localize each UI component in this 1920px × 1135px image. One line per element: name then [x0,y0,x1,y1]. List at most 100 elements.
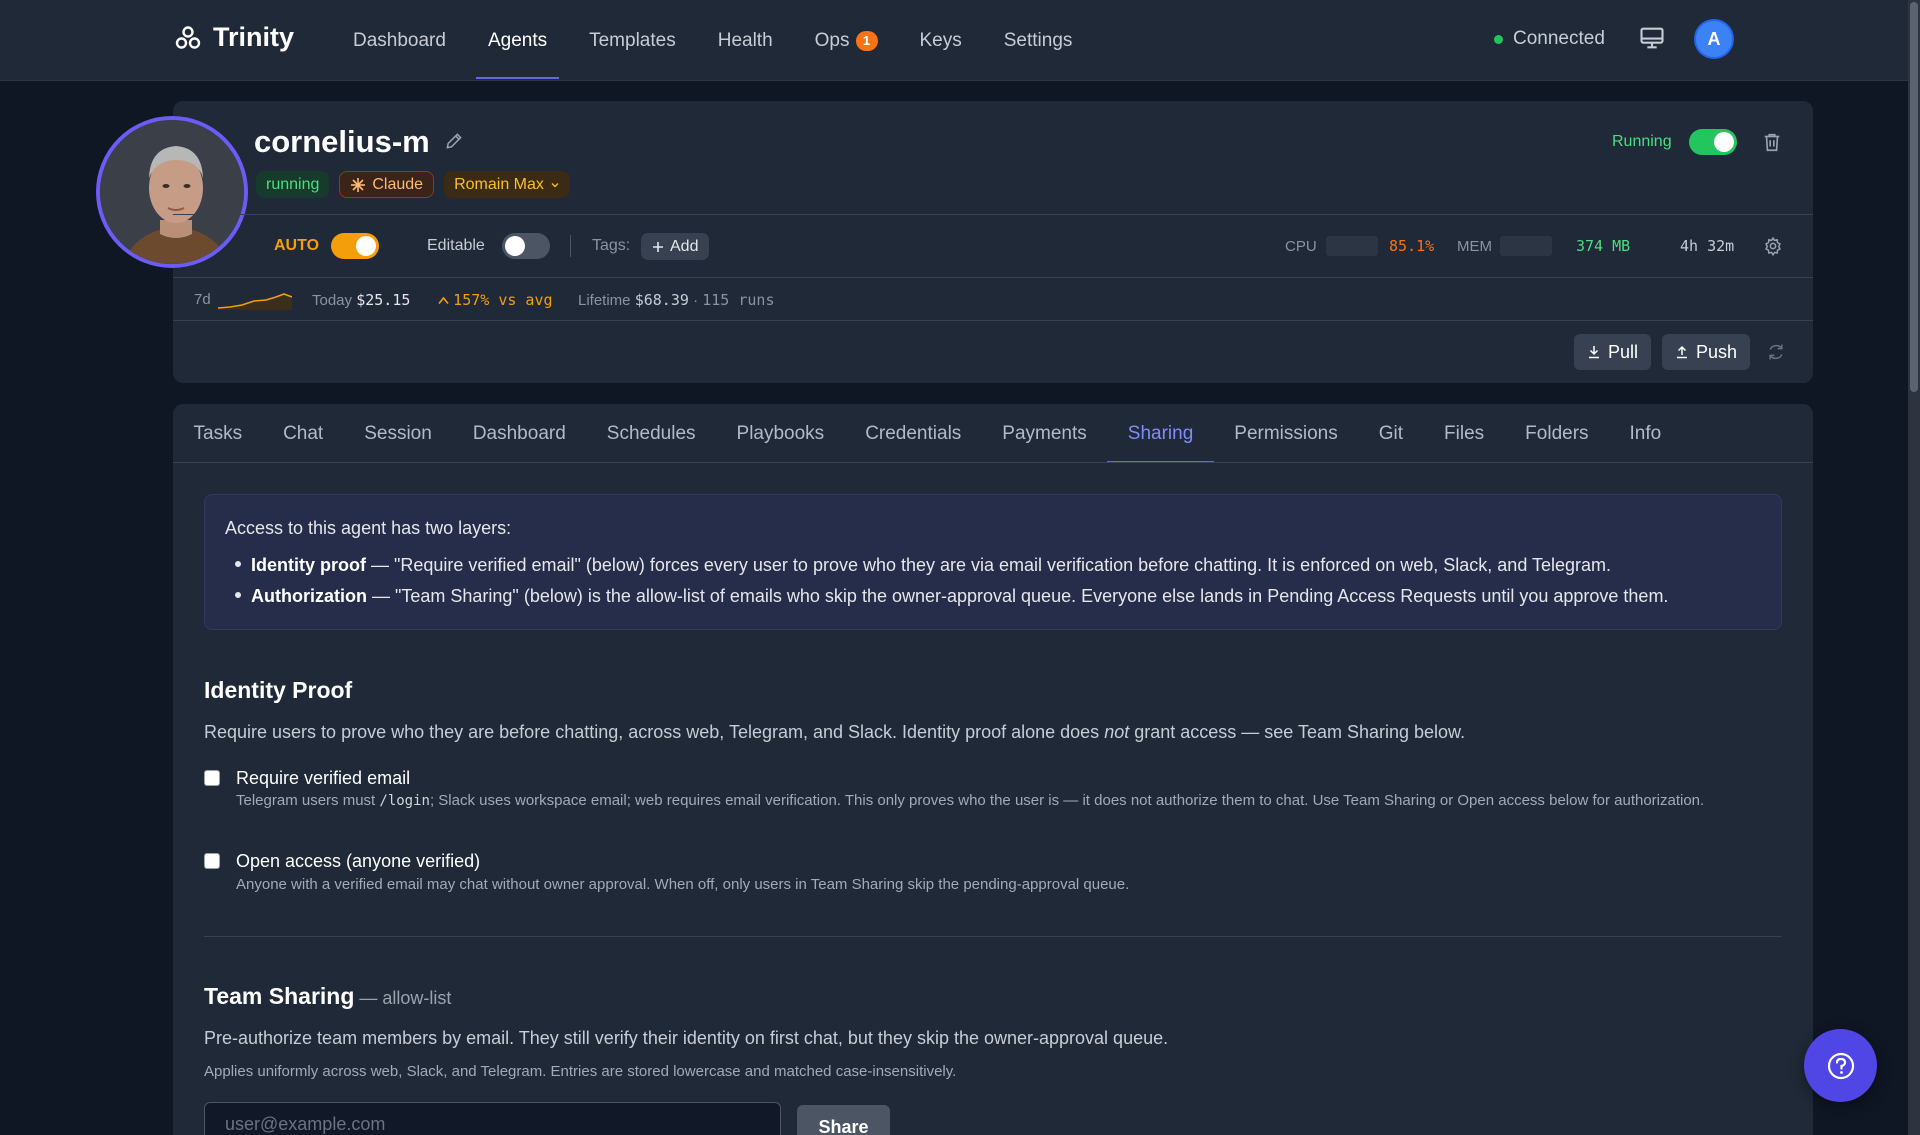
desc-part: grant access — see Team Sharing below. [1129,722,1466,742]
login-command: /login [379,793,430,809]
vs-avg: 157% vs avg [438,291,553,309]
auto-toggle[interactable] [331,233,379,259]
require-verified-email-label: Require verified email [236,768,411,788]
bullet-text: — "Team Sharing" (below) is the allow-li… [366,586,1669,606]
tab-playbooks[interactable]: Playbooks [716,404,845,463]
add-tag-label: Add [670,237,699,255]
nav-settings[interactable]: Settings [983,0,1094,81]
mem-bar [1500,236,1552,256]
agent-name: cornelius-m [254,124,430,159]
arrow-up-icon [438,296,449,305]
open-access-checkbox[interactable] [204,853,220,869]
require-verified-email-description: Telegram users must /login; Slack uses w… [236,790,1756,812]
top-nav: Trinity Dashboard Agents Templates Healt… [0,0,1908,81]
tab-credentials[interactable]: Credentials [845,404,982,463]
tab-sharing[interactable]: Sharing [1107,404,1214,463]
runs-count: 115 runs [702,291,775,309]
toggle-knob [356,236,376,256]
persona-dropdown[interactable]: Romain Max [444,171,570,198]
tab-permissions[interactable]: Permissions [1214,404,1358,463]
monitor-icon[interactable] [1638,24,1666,52]
nav-dashboard[interactable]: Dashboard [332,0,467,81]
cpu-label: CPU [1285,238,1317,255]
tab-tasks[interactable]: Tasks [173,404,263,463]
tab-schedules[interactable]: Schedules [586,404,716,463]
lifetime-cost: Lifetime $68.39 · 115 runs [578,291,774,309]
connection-label: Connected [1513,28,1605,49]
push-label: Push [1696,341,1738,362]
identity-proof-heading: Identity Proof [204,677,353,703]
trinity-logo-icon [175,25,201,49]
tab-git[interactable]: Git [1358,404,1423,463]
team-sharing-description: Pre-authorize team members by email. The… [204,1028,1169,1048]
nav-keys[interactable]: Keys [899,0,983,81]
scrollbar-thumb[interactable] [1910,2,1918,392]
nav-templates[interactable]: Templates [568,0,697,81]
cost-sparkline [218,293,292,310]
share-email-input[interactable] [204,1102,781,1135]
sparkle-icon [351,177,366,192]
identity-proof-description: Require users to prove who they are befo… [204,722,1465,743]
lifetime-label: Lifetime [578,292,631,309]
running-toggle[interactable] [1689,129,1737,155]
tab-files[interactable]: Files [1424,404,1505,463]
nav-agents[interactable]: Agents [467,0,568,81]
nav-health[interactable]: Health [697,0,794,81]
tab-session[interactable]: Session [344,404,453,463]
team-sharing-title: Team Sharing [204,983,355,1009]
separator [570,235,571,257]
editable-label: Editable [427,237,485,254]
nav-ops[interactable]: Ops 1 [794,0,899,81]
pencil-icon[interactable] [444,131,464,151]
toggle-knob [1714,132,1734,152]
nav-label: Templates [589,29,676,51]
cost-period: 7d [194,291,211,308]
separator-dot: · [693,292,699,309]
tab-payments[interactable]: Payments [982,404,1107,463]
desc-emphasis: not [1104,722,1130,742]
tab-chat[interactable]: Chat [263,404,344,463]
authorization-bullet: Authorization — "Team Sharing" (below) i… [235,586,1668,607]
brand-name: Trinity [213,22,295,52]
status-badge: running [256,171,330,198]
pull-button[interactable]: Pull [1574,334,1652,370]
push-button[interactable]: Push [1662,334,1751,370]
team-sharing-note: Applies uniformly across web, Slack, and… [204,1063,957,1080]
user-avatar[interactable]: A [1694,19,1734,59]
auto-label: AUTO [274,237,320,254]
desc-part: Require users to prove who they are befo… [204,722,1105,742]
bullet-dot [235,592,241,599]
add-tag-button[interactable]: Add [641,233,710,260]
divider [173,277,1813,278]
bullet-text: — "Require verified email" (below) force… [366,555,1612,575]
team-sharing-suffix: — allow-list [354,988,452,1008]
team-sharing-heading: Team Sharing — allow-list [204,983,451,1010]
download-icon [1589,346,1599,359]
cpu-value: 85.1% [1389,237,1435,255]
brand[interactable]: Trinity [175,22,294,53]
identity-proof-bullet: Identity proof — "Require verified email… [235,555,1611,576]
require-verified-email-checkbox[interactable] [204,770,220,786]
cpu-bar [1326,236,1378,256]
share-button[interactable]: Share [797,1105,890,1135]
model-label: Claude [372,175,424,193]
lifetime-value: $68.39 [634,291,689,309]
today-cost: Today $25.15 [312,291,410,309]
chevron-down-icon [551,182,559,187]
tab-dashboard[interactable]: Dashboard [452,404,586,463]
tab-folders[interactable]: Folders [1505,404,1609,463]
tabs-divider [173,462,1813,463]
mem-value: 374 MB [1576,237,1631,255]
plus-icon [653,241,663,252]
tab-info[interactable]: Info [1609,404,1682,463]
help-button[interactable] [1804,1029,1877,1102]
editable-toggle[interactable] [502,233,550,259]
divider [173,320,1813,321]
trash-icon[interactable] [1761,130,1783,154]
desc-part: ; Slack uses workspace email; web requir… [429,792,1705,809]
connected-dot-icon [1494,34,1503,44]
gear-icon[interactable] [1763,236,1783,256]
refresh-icon[interactable] [1766,342,1786,362]
ops-count-badge: 1 [855,30,878,51]
agent-tabs: Tasks Chat Session Dashboard Schedules P… [173,404,1682,463]
